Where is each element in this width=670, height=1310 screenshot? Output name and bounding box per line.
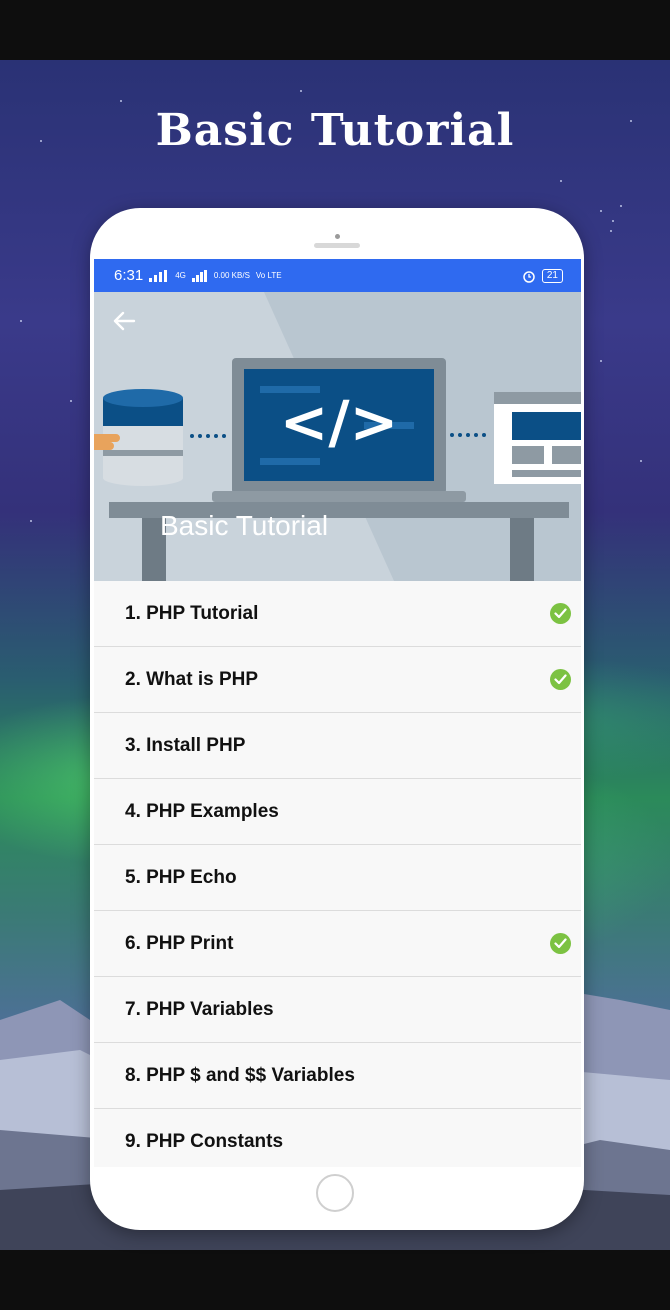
lesson-label: 5. PHP Echo bbox=[125, 866, 237, 888]
lesson-item[interactable]: 3. Install PHP bbox=[94, 713, 581, 779]
lesson-item[interactable]: 2. What is PHP bbox=[94, 647, 581, 713]
arrow-left-icon bbox=[113, 311, 136, 331]
lesson-label: 7. PHP Variables bbox=[125, 998, 274, 1020]
check-circle-icon bbox=[550, 933, 571, 954]
lesson-item[interactable]: 9. PHP Constants bbox=[94, 1109, 581, 1167]
lesson-item[interactable]: 8. PHP $ and $$ Variables bbox=[94, 1043, 581, 1109]
lesson-item[interactable]: 1. PHP Tutorial bbox=[94, 581, 581, 647]
page-title: Basic Tutorial bbox=[155, 105, 515, 156]
lesson-label: 8. PHP $ and $$ Variables bbox=[125, 1064, 355, 1086]
lesson-label: 1. PHP Tutorial bbox=[125, 602, 259, 624]
lesson-label: 3. Install PHP bbox=[125, 734, 246, 756]
check-circle-icon bbox=[550, 603, 571, 624]
status-bar: 6:31 4G 0.00 KB/S Vo LTE 21 bbox=[94, 259, 581, 292]
back-button[interactable] bbox=[112, 310, 152, 346]
lesson-item[interactable]: 4. PHP Examples bbox=[94, 779, 581, 845]
camera-dot bbox=[335, 234, 340, 239]
network-speed: 0.00 KB/S bbox=[213, 270, 250, 280]
home-button[interactable] bbox=[316, 1174, 354, 1212]
svg-text:</>: </> bbox=[280, 388, 398, 456]
status-time: 6:31 bbox=[114, 267, 144, 284]
lesson-item[interactable]: 5. PHP Echo bbox=[94, 845, 581, 911]
lesson-label: 6. PHP Print bbox=[125, 932, 234, 954]
app-screen: 6:31 4G 0.00 KB/S Vo LTE 21 </> Basic Tu… bbox=[94, 259, 581, 1167]
lesson-item[interactable]: 7. PHP Variables bbox=[94, 977, 581, 1043]
signal-icon-2 bbox=[191, 269, 207, 282]
phone-frame: 6:31 4G 0.00 KB/S Vo LTE 21 </> Basic Tu… bbox=[90, 208, 584, 1230]
lesson-label: 4. PHP Examples bbox=[125, 800, 279, 822]
alarm-icon bbox=[523, 270, 535, 283]
lesson-item[interactable]: 6. PHP Print bbox=[94, 911, 581, 977]
screen-title: Basic Tutorial bbox=[160, 510, 329, 541]
lesson-label: 2. What is PHP bbox=[125, 668, 259, 690]
lesson-label: 9. PHP Constants bbox=[125, 1130, 284, 1152]
header-banner: </> Basic Tutorial bbox=[94, 292, 581, 581]
lesson-list: 1. PHP Tutorial 2. What is PHP 3. Install … bbox=[94, 581, 581, 1167]
signal-icon bbox=[149, 269, 168, 282]
check-circle-icon bbox=[550, 669, 571, 690]
volte-indicator: Vo LTE bbox=[255, 270, 282, 280]
speaker-slot bbox=[314, 243, 360, 248]
network-type: 4G bbox=[175, 270, 186, 280]
battery-icon: 21 bbox=[541, 268, 563, 283]
